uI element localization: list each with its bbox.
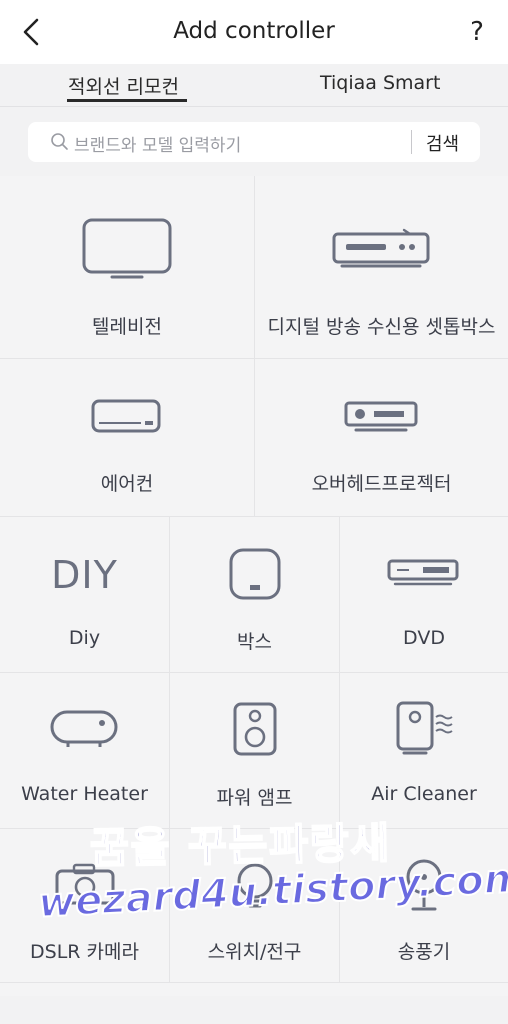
- box-icon: [170, 547, 339, 601]
- air-conditioner-icon: [0, 399, 254, 435]
- device-label: 오버헤드프로젝터: [311, 473, 452, 495]
- device-box[interactable]: 박스: [170, 517, 339, 672]
- search-divider: [411, 130, 412, 154]
- device-label: DVD: [403, 627, 445, 649]
- help-button[interactable]: ?: [460, 14, 494, 50]
- diy-icon: DIY: [51, 553, 118, 597]
- air-cleaner-icon: [340, 699, 508, 757]
- device-label: Air Cleaner: [371, 783, 477, 805]
- device-label: 텔레비전: [92, 316, 162, 338]
- search-bar: 브랜드와 모델 입력하기 검색: [28, 122, 480, 162]
- device-label: Water Heater: [21, 783, 148, 805]
- device-tv[interactable]: 텔레비전: [0, 176, 254, 358]
- tab-bar: 적외선 리모컨 Tiqiaa Smart: [0, 64, 508, 107]
- device-diy[interactable]: DIY Diy: [0, 517, 169, 672]
- water-heater-icon: [0, 709, 169, 749]
- device-label: 스위치/전구: [207, 941, 302, 963]
- tab-tiqiaa-smart[interactable]: Tiqiaa Smart: [320, 72, 440, 94]
- top-bar: Add controller ?: [0, 0, 508, 64]
- device-water-heater[interactable]: Water Heater: [0, 673, 169, 828]
- device-label: DSLR 카메라: [30, 941, 139, 963]
- device-label: 파워 앰프: [216, 787, 293, 809]
- set-top-box-icon: [255, 228, 508, 272]
- projector-icon: [255, 401, 508, 435]
- tv-icon: [0, 218, 254, 280]
- tab-infrared-remote[interactable]: 적외선 리모컨: [68, 72, 179, 99]
- device-air-cleaner[interactable]: Air Cleaner: [340, 673, 508, 828]
- search-button[interactable]: 검색: [426, 130, 459, 156]
- grid-divider: [0, 982, 508, 983]
- device-label: Diy: [68, 627, 101, 649]
- speaker-icon: [170, 701, 339, 757]
- device-label: 송풍기: [397, 941, 451, 963]
- search-input[interactable]: 브랜드와 모델 입력하기: [74, 131, 241, 156]
- device-label: 디지털 방송 수신용 셋톱박스: [267, 316, 496, 338]
- dvd-icon: [340, 557, 508, 587]
- device-label: 에어컨: [100, 473, 154, 495]
- device-dvd[interactable]: DVD: [340, 517, 508, 672]
- active-tab-indicator: [67, 99, 187, 102]
- search-icon: [51, 133, 68, 150]
- device-set-top-box[interactable]: 디지털 방송 수신용 셋톱박스: [255, 176, 508, 358]
- device-label: 박스: [237, 631, 272, 653]
- device-projector[interactable]: 오버헤드프로젝터: [255, 359, 508, 516]
- page-title: Add controller: [173, 18, 335, 44]
- device-power-amp[interactable]: 파워 앰프: [170, 673, 339, 828]
- device-air-conditioner[interactable]: 에어컨: [0, 359, 254, 516]
